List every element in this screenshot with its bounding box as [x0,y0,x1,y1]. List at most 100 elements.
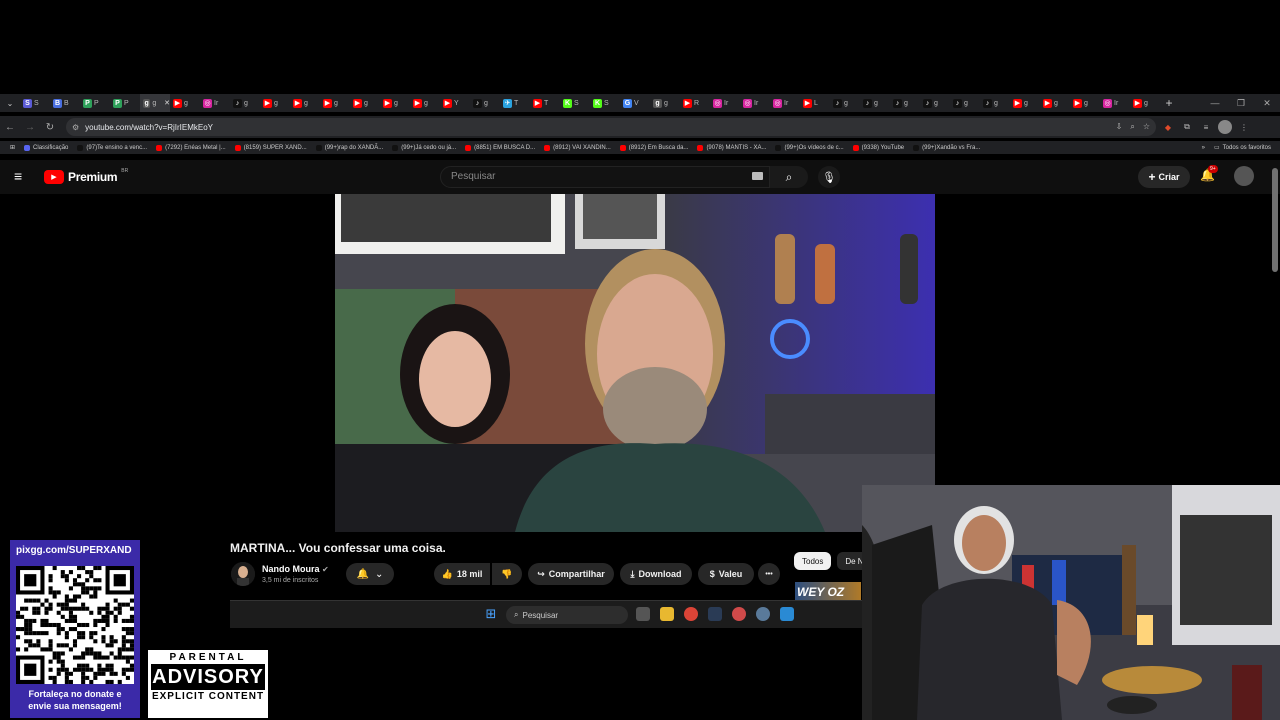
browser-tab[interactable]: ▶ g [320,94,350,112]
youtube-logo[interactable]: ▶ Premium BR [44,168,128,184]
thanks-button[interactable]: $ Valeu [698,563,754,585]
create-button[interactable]: + Criar [1138,166,1190,188]
browser-tab[interactable]: ▶ g [260,94,290,112]
browser-tab[interactable]: ♪ g [230,94,260,112]
browser-tab[interactable]: ♪ g [830,94,860,112]
voice-search-button[interactable]: 🎙 [818,166,840,188]
browser-tab[interactable]: ▶ g [1070,94,1100,112]
browser-tab[interactable]: ▶ T [530,94,560,112]
app-blue-icon[interactable] [780,607,794,621]
zoom-icon[interactable]: ⌕ [1130,122,1134,132]
keyboard-icon[interactable] [752,172,763,180]
minimize-icon[interactable]: — [1202,94,1228,112]
browser-tab[interactable]: ▶ g [170,94,200,112]
browser-tab[interactable]: ♪ g [470,94,500,112]
profile-avatar-icon[interactable] [1218,120,1232,134]
browser-tab[interactable]: ▶ g [1010,94,1040,112]
chip-all[interactable]: Todos [794,552,832,570]
hamburger-menu-icon[interactable]: ≡ [14,168,30,184]
media-control-icon[interactable]: ≡ [1199,120,1213,134]
video-player[interactable] [335,194,935,532]
reload-icon[interactable]: ↻ [40,117,60,137]
app-icon[interactable] [732,607,746,621]
chrome-icon[interactable] [684,607,698,621]
bookmark-item[interactable]: (8912) Em Busca da... [619,144,688,151]
bookmark-star-icon[interactable]: ☆ [1143,122,1150,132]
tab-search-chevron-icon[interactable]: ⌄ [0,94,20,112]
bookmark-item[interactable]: (9338) YouTube [852,144,904,151]
extensions-puzzle-icon[interactable]: ⧉ [1180,120,1194,134]
browser-tab[interactable]: ◎ Ir [710,94,740,112]
settings-icon[interactable] [756,607,770,621]
extension-icon[interactable]: ◆ [1161,120,1175,134]
browser-tab[interactable]: ◎ Ir [200,94,230,112]
browser-menu-icon[interactable]: ⋮ [1237,120,1251,134]
bookmark-item[interactable]: Classificação [24,144,68,151]
browser-tab[interactable]: g g ✕ [140,94,170,112]
dislike-button[interactable]: 👎 [492,563,522,585]
install-app-icon[interactable]: ⇩ [1116,122,1123,132]
browser-tab[interactable]: ✈ T [500,94,530,112]
browser-tab[interactable]: ♪ g [950,94,980,112]
browser-tab[interactable]: ▶ Y [440,94,470,112]
bookmark-item[interactable]: (99+)Já cedo ou já... [392,144,456,151]
apps-grid-icon[interactable]: ⊞ [10,144,15,151]
account-avatar[interactable] [1234,166,1254,186]
new-tab-button[interactable]: + [1160,94,1178,112]
bookmark-item[interactable]: (8912) VAI XANDIN... [544,144,611,151]
subscription-button[interactable]: 🔔 ⌄ [346,563,394,585]
browser-tab[interactable]: gg [650,94,680,112]
forward-icon[interactable]: → [20,117,40,137]
bookmark-item[interactable]: (99+)Xandão vs Fra... [913,144,980,151]
share-button[interactable]: ↪ Compartilhar [528,563,614,585]
bookmark-item[interactable]: (97)Te ensino a venc... [77,144,147,151]
browser-tab[interactable]: PP [80,94,110,112]
more-actions-button[interactable]: ••• [758,563,780,585]
bookmark-item[interactable]: (99+)rap do XANDÃ... [315,144,383,151]
channel-avatar[interactable] [231,562,255,586]
site-info-icon[interactable]: ⚙ [72,123,79,132]
browser-tab[interactable]: ◎ Ir [770,94,800,112]
browser-tab[interactable]: ▶ R [680,94,710,112]
bookmark-item[interactable]: (7292) Enéas Metal |... [156,144,226,151]
steam-icon[interactable] [708,607,722,621]
browser-tab[interactable]: ▶ g [290,94,320,112]
bookmark-item[interactable]: (8851) EM BUSCA D... [465,144,535,151]
browser-tab[interactable]: ▶ g [1130,94,1160,112]
recommended-thumbnail[interactable]: WEY OZ [795,582,861,602]
windows-start-icon[interactable]: ⊞ [484,606,498,621]
browser-tab[interactable]: ◎ Ir [740,94,770,112]
download-button[interactable]: ⤓ Download [620,563,692,585]
file-explorer-icon[interactable] [660,607,674,621]
bookmarks-overflow-icon[interactable]: » [1202,145,1205,151]
address-bar[interactable]: ⚙ youtube.com/watch?v=RjIrIEMkEoY ⇩ ⌕ ☆ [66,118,1156,136]
task-view-icon[interactable] [636,607,650,621]
all-bookmarks[interactable]: ▭ Todos os favoritos [1214,144,1271,152]
browser-tab[interactable]: ♪ g [860,94,890,112]
like-button[interactable]: 👍 18 mil [434,563,490,585]
browser-tab[interactable]: BB [50,94,80,112]
browser-tab[interactable]: GV [620,94,650,112]
browser-tab[interactable]: KS [590,94,620,112]
taskbar-search[interactable]: ⌕ Pesquisar [506,606,628,624]
browser-tab[interactable]: ▶ g [1040,94,1070,112]
page-scrollbar[interactable] [1272,168,1278,272]
browser-tab[interactable]: SS [20,94,50,112]
bookmark-item[interactable]: (9078) MANTIS - XA... [697,144,766,151]
browser-tab[interactable]: ▶ g [380,94,410,112]
browser-tab[interactable]: PP [110,94,140,112]
bookmark-item[interactable]: (99+)Os vídeos de c... [775,144,844,151]
restore-icon[interactable]: ❐ [1228,94,1254,112]
browser-tab[interactable]: ♪ g [920,94,950,112]
search-input[interactable]: Pesquisar [440,166,770,188]
browser-tab[interactable]: ▶ g [350,94,380,112]
bookmark-item[interactable]: (8159) SUPER XAND... [234,144,307,151]
browser-tab[interactable]: ◎ Ir [1100,94,1130,112]
browser-tab[interactable]: ▶ g [410,94,440,112]
channel-name[interactable]: Nando Moura ✔ [262,564,329,574]
browser-tab[interactable]: ♪ g [890,94,920,112]
search-button[interactable]: ⌕ [770,166,808,188]
back-icon[interactable]: ← [0,117,20,137]
close-window-icon[interactable]: ✕ [1254,94,1280,112]
browser-tab[interactable]: ▶ L [800,94,830,112]
